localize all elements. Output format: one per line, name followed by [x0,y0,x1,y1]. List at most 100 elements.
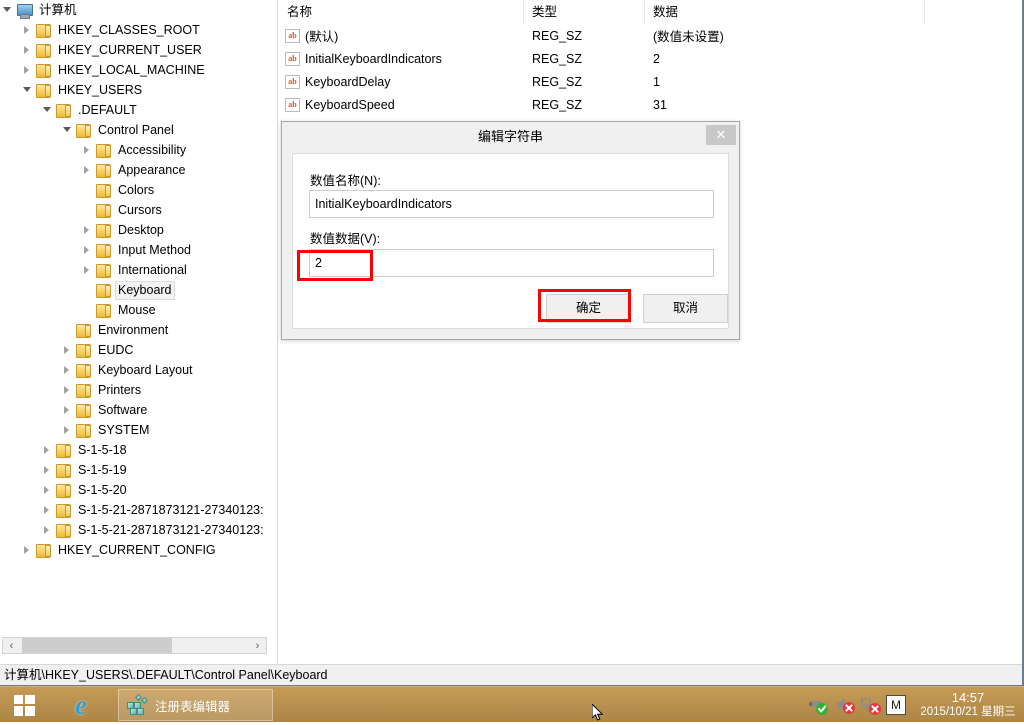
tree-node-21[interactable]: S-1-5-18 [0,440,268,460]
tree-node-label: 计算机 [39,2,77,17]
scroll-right-icon[interactable]: › [249,638,266,653]
column-header-name[interactable]: 名称 [279,0,524,24]
chevron-down-icon[interactable] [40,100,55,120]
tree-node-23[interactable]: S-1-5-20 [0,480,268,500]
tree-node-25[interactable]: S-1-5-21-2871873121-27340123: [0,520,268,540]
column-header-data[interactable]: 数据 [645,0,925,24]
tree-node-3[interactable]: HKEY_USERS [0,80,268,100]
chevron-right-icon[interactable] [40,460,55,480]
folder-icon [35,22,52,38]
folder-icon [35,42,52,58]
chevron-right-icon[interactable] [60,360,75,380]
values-list-rows[interactable]: ab (默认) REG_SZ (数值未设置) ab InitialKeyboardIndi… [279,24,1022,116]
column-header-type[interactable]: 类型 [524,0,645,24]
tree-node-26[interactable]: HKEY_CURRENT_CONFIG [0,540,268,560]
edit-string-dialog: 编辑字符串 ✕ 数值名称(N): InitialKeyboardIndicato… [281,121,740,340]
usb-safely-remove-icon[interactable] [808,694,830,716]
tree-node-7[interactable]: Appearance [0,160,268,180]
table-row[interactable]: ab (默认) REG_SZ (数值未设置) [279,24,1022,47]
folder-icon [75,362,92,378]
tree-node-0[interactable]: HKEY_CLASSES_ROOT [0,20,268,40]
tree-node-24[interactable]: S-1-5-21-2871873121-27340123: [0,500,268,520]
folder-icon [55,522,72,538]
value-name-field[interactable]: InitialKeyboardIndicators [309,190,714,218]
table-row[interactable]: ab KeyboardSpeed REG_SZ 31 [279,93,1022,116]
tree-node-19[interactable]: Software [0,400,268,420]
cancel-button[interactable]: 取消 [643,294,728,323]
tree-node-8[interactable]: Colors [0,180,268,200]
volume-muted-icon[interactable] [834,694,856,716]
taskbar-item-regedit[interactable]: 注册表编辑器 [118,689,273,721]
chevron-right-icon[interactable] [80,220,95,240]
chevron-right-icon[interactable] [60,340,75,360]
value-name-text: (默认) [305,30,339,44]
clock[interactable]: 14:57 2015/10/21 星期三 [916,690,1024,720]
value-data-field[interactable]: 2 [309,249,714,277]
chevron-right-icon[interactable] [40,480,55,500]
tree-node-9[interactable]: Cursors [0,200,268,220]
tree-node-2[interactable]: HKEY_LOCAL_MACHINE [0,60,268,80]
chevron-right-icon[interactable] [80,260,95,280]
cell-value-type: REG_SZ [532,51,583,66]
tree-node-11[interactable]: Input Method [0,240,268,260]
chevron-right-icon[interactable] [60,400,75,420]
chevron-down-icon[interactable] [20,80,35,100]
chevron-down-icon[interactable] [0,0,15,20]
registry-tree-pane[interactable]: 计算机 HKEY_CLASSES_ROOT HKEY_CURRENT_USER HKE… [0,0,278,664]
folder-icon [35,62,52,78]
tree-node-4[interactable]: .DEFAULT [0,100,268,120]
close-icon[interactable]: ✕ [706,125,736,145]
tree-node-root[interactable]: 计算机 [0,0,268,20]
input-method-m-icon[interactable]: M [886,695,906,715]
ok-button[interactable]: 确定 [546,294,631,323]
tree-node-20[interactable]: SYSTEM [0,420,268,440]
chevron-right-icon[interactable] [60,380,75,400]
chevron-right-icon[interactable] [60,420,75,440]
scroll-left-icon[interactable]: ‹ [3,638,20,653]
start-button[interactable] [0,687,48,723]
chevron-right-icon[interactable] [20,540,35,560]
tree-vertical-scrollbar[interactable] [268,0,277,637]
chevron-right-icon[interactable] [20,40,35,60]
dialog-titlebar[interactable]: 编辑字符串 ✕ [282,122,739,151]
internet-explorer-taskbar-button[interactable]: e [56,689,106,721]
chevron-down-icon[interactable] [60,120,75,140]
chevron-right-icon[interactable] [80,140,95,160]
tree-node-label: S-1-5-20 [78,482,127,497]
tree-node-13[interactable]: Keyboard [0,280,268,300]
chevron-right-icon[interactable] [80,160,95,180]
chevron-right-icon[interactable] [20,60,35,80]
tree-node-18[interactable]: Printers [0,380,268,400]
network-disconnected-icon[interactable] [860,694,882,716]
ab-string-icon: ab [285,74,300,89]
tree-node-label: HKEY_USERS [58,82,143,97]
tree-hscroll-thumb[interactable] [22,638,172,653]
chevron-right-icon[interactable] [20,20,35,40]
table-row[interactable]: ab KeyboardDelay REG_SZ 1 [279,70,1022,93]
tree-node-10[interactable]: Desktop [0,220,268,240]
tree-node-label: Input Method [118,242,191,257]
tree-node-5[interactable]: Control Panel [0,120,268,140]
ab-string-icon: ab [285,51,300,66]
tree-node-17[interactable]: Keyboard Layout [0,360,268,380]
tree-node-label: S-1-5-19 [78,462,127,477]
registry-tree[interactable]: 计算机 HKEY_CLASSES_ROOT HKEY_CURRENT_USER HKE… [0,0,268,637]
table-row[interactable]: ab InitialKeyboardIndicators REG_SZ 2 [279,47,1022,70]
chevron-right-icon[interactable] [40,500,55,520]
tree-node-15[interactable]: Environment [0,320,268,340]
tree-node-14[interactable]: Mouse [0,300,268,320]
chevron-right-icon[interactable] [80,240,95,260]
tree-node-label: Appearance [118,162,186,177]
folder-icon [95,302,112,318]
tree-node-16[interactable]: EUDC [0,340,268,360]
tree-node-12[interactable]: International [0,260,268,280]
tree-horizontal-scrollbar[interactable]: ‹ › [2,637,267,654]
tree-node-1[interactable]: HKEY_CURRENT_USER [0,40,268,60]
tree-node-6[interactable]: Accessibility [0,140,268,160]
chevron-right-icon[interactable] [40,520,55,540]
taskbar: e 注册表编辑器 M 14:57 2015/10/21 星期三 [0,686,1024,722]
tree-node-22[interactable]: S-1-5-19 [0,460,268,480]
chevron-right-icon[interactable] [40,440,55,460]
folder-icon [75,422,92,438]
